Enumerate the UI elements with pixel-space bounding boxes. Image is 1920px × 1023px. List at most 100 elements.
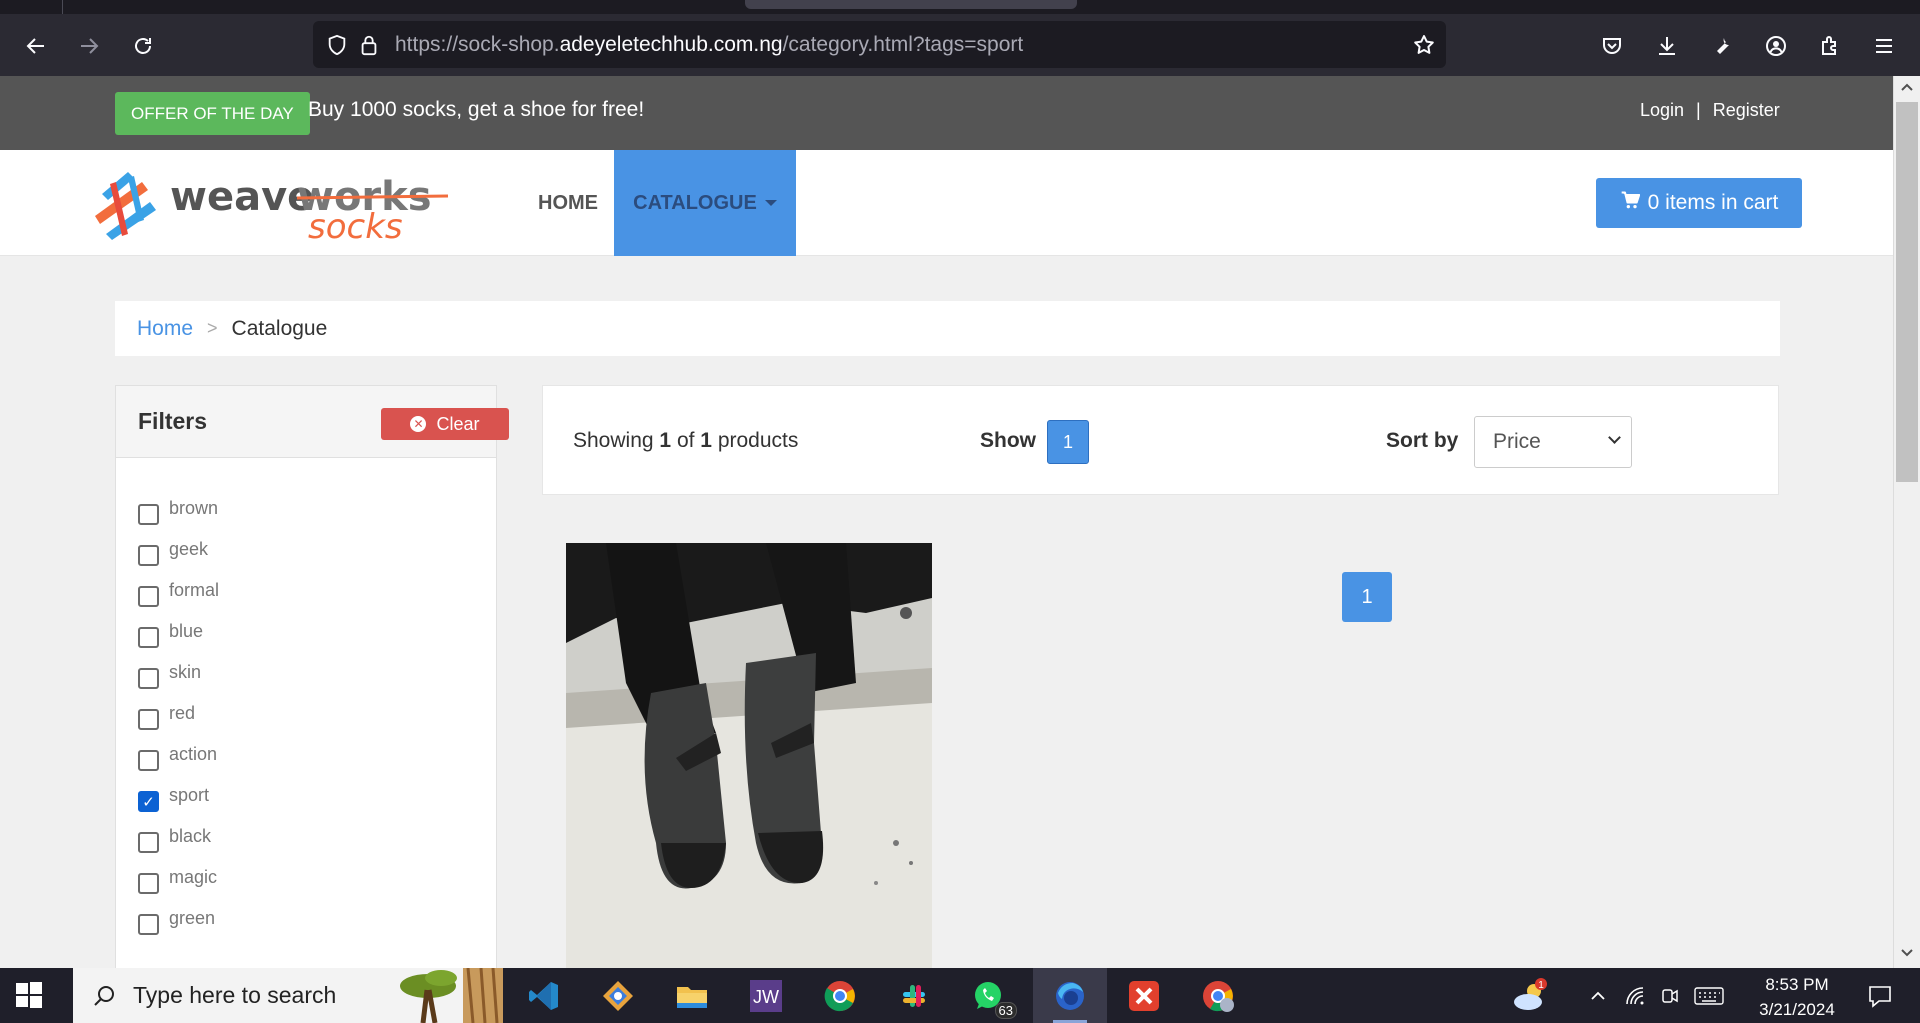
taskbar-vscode-icon[interactable] (507, 968, 581, 1023)
filter-checkbox[interactable] (138, 709, 159, 730)
filter-checkbox-checked[interactable]: ✓ (138, 791, 159, 812)
filter-checkbox[interactable] (138, 873, 159, 894)
product-image[interactable] (566, 543, 932, 968)
filter-label: skin (169, 662, 202, 682)
svg-text:weave: weave (170, 174, 314, 220)
filter-checkbox[interactable] (138, 914, 159, 935)
sort-select[interactable]: Price (1474, 416, 1632, 468)
filter-checkbox[interactable] (138, 750, 159, 771)
filter-label: black (169, 826, 212, 846)
menu-icon[interactable] (1868, 30, 1900, 62)
filter-label: green (169, 908, 216, 928)
back-icon[interactable] (20, 30, 52, 62)
filter-item-formal[interactable]: formal (138, 580, 219, 621)
filter-label: magic (169, 867, 218, 887)
pocket-icon[interactable] (1596, 30, 1628, 62)
taskbar-slack-icon[interactable] (877, 968, 951, 1023)
scroll-down-arrow-icon[interactable] (1900, 946, 1914, 960)
windows-start-icon[interactable] (14, 980, 44, 1010)
scrollbar-thumb[interactable] (1896, 102, 1918, 482)
filters-panel: Filters ✕ Clear brown geek formal blue s… (115, 385, 509, 968)
shopping-cart-icon (1620, 190, 1640, 216)
shield-icon[interactable] (321, 29, 353, 61)
offer-badge[interactable]: OFFER OF THE DAY (115, 92, 310, 135)
filter-checkbox[interactable] (138, 668, 159, 689)
tab-separator (62, 0, 63, 14)
wifi-icon[interactable] (1621, 968, 1649, 1023)
show-label: Show (980, 429, 1036, 452)
register-link[interactable]: Register (1713, 100, 1780, 121)
filter-item-sport[interactable]: ✓ sport (138, 785, 219, 826)
filter-item-blue[interactable]: blue (138, 621, 219, 662)
filter-item-black[interactable]: black (138, 826, 219, 867)
nav-catalogue-dropdown[interactable]: CATALOGUE (614, 150, 796, 256)
page-scrollbar[interactable] (1893, 76, 1920, 968)
filter-checkbox[interactable] (138, 627, 159, 648)
pagination-page[interactable]: 1 (1342, 572, 1392, 622)
breadcrumb: Home > Catalogue (115, 301, 1780, 356)
taskbar-clock[interactable]: 8:53 PM 3/21/2024 (1747, 972, 1847, 1022)
clock-date: 3/21/2024 (1759, 1000, 1835, 1019)
filter-label: red (169, 703, 196, 723)
filter-checkbox[interactable] (138, 832, 159, 853)
lock-icon[interactable] (353, 29, 385, 61)
web-page: OFFER OF THE DAY Buy 1000 socks, get a s… (0, 76, 1893, 968)
clear-filters-button[interactable]: ✕ Clear (381, 408, 509, 440)
nav-home[interactable]: HOME (516, 150, 620, 256)
wrench-icon[interactable] (1706, 30, 1738, 62)
browser-tab-strip (0, 0, 1920, 14)
weather-icon[interactable]: 1 (1505, 968, 1555, 1023)
show-count-button[interactable]: 1 (1047, 420, 1089, 464)
filter-item-magic[interactable]: magic (138, 867, 219, 908)
forward-icon[interactable] (73, 30, 105, 62)
downloads-icon[interactable] (1651, 30, 1683, 62)
weather-badge: 1 (1538, 980, 1544, 991)
keyboard-icon[interactable] (1691, 968, 1727, 1023)
taskbar-chrome-profile-icon[interactable] (1181, 968, 1255, 1023)
auth-links: Login | Register (1640, 100, 1780, 121)
breadcrumb-home-link[interactable]: Home (137, 317, 193, 341)
meet-now-icon[interactable] (1657, 968, 1683, 1023)
url-bar[interactable]: https://sock-shop.adeyeletechhub.com.ng/… (313, 21, 1446, 68)
cart-label: 0 items in cart (1647, 191, 1779, 214)
weaveworks-socks-logo[interactable]: weave works socks (90, 164, 450, 247)
cart-button[interactable]: 0 items in cart (1596, 178, 1802, 228)
notifications-icon[interactable] (1855, 968, 1905, 1023)
scroll-up-arrow-icon[interactable] (1900, 80, 1914, 94)
filter-label: geek (169, 539, 209, 559)
search-placeholder: Type here to search (133, 982, 337, 1008)
account-icon[interactable] (1760, 30, 1792, 62)
url-text[interactable]: https://sock-shop.adeyeletechhub.com.ng/… (395, 33, 1023, 57)
taskbar-firefox-icon[interactable] (1033, 968, 1107, 1023)
taskbar-search-box[interactable]: Type here to search (73, 967, 503, 1023)
filter-checkbox[interactable] (138, 586, 159, 607)
login-link[interactable]: Login (1640, 100, 1684, 121)
taskbar-file-explorer-icon[interactable] (655, 968, 729, 1023)
offer-text: Buy 1000 socks, get a shoe for free! (308, 98, 645, 121)
filter-item-geek[interactable]: geek (138, 539, 219, 580)
filter-checkbox[interactable] (138, 545, 159, 566)
filter-label: formal (169, 580, 220, 600)
tray-chevron-up-icon[interactable] (1584, 968, 1612, 1023)
svg-text:socks: socks (308, 207, 403, 244)
sort-value: Price (1493, 430, 1541, 453)
filter-checkbox[interactable] (138, 504, 159, 525)
filter-item-action[interactable]: action (138, 744, 219, 785)
filter-item-skin[interactable]: skin (138, 662, 219, 703)
taskbar-xmind-icon[interactable] (1107, 968, 1181, 1023)
taskbar-whatsapp-icon[interactable]: 63 (951, 968, 1025, 1023)
extensions-icon[interactable] (1814, 30, 1846, 62)
filter-item-brown[interactable]: brown (138, 498, 219, 539)
taskbar-jw-app-icon[interactable]: JW (729, 968, 803, 1023)
filter-item-red[interactable]: red (138, 703, 219, 744)
taskbar-chrome-icon[interactable] (803, 968, 877, 1023)
reload-icon[interactable] (127, 30, 159, 62)
chevron-down-icon (1608, 431, 1621, 444)
active-tab[interactable] (745, 0, 1077, 9)
taskbar-git-tool-icon[interactable] (581, 968, 655, 1023)
filters-header: Filters ✕ Clear (116, 386, 509, 458)
bookmark-star-icon[interactable] (1408, 29, 1440, 61)
filter-item-green[interactable]: green (138, 908, 219, 949)
windows-taskbar: Type here to search JW 63 1 8:53 PM 3/21… (0, 967, 1920, 1023)
whatsapp-badge: 63 (994, 1002, 1017, 1019)
